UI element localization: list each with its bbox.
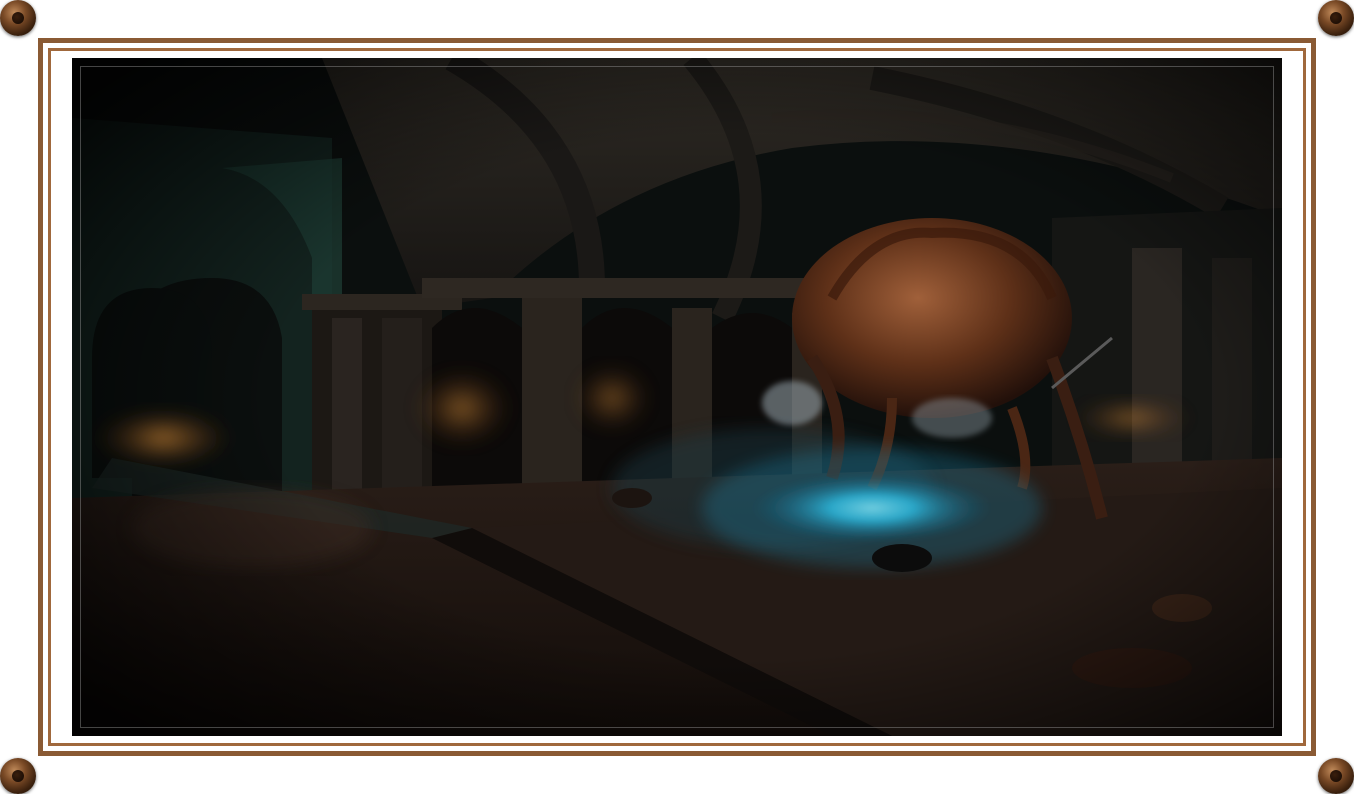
rivet-icon-top-left xyxy=(0,0,36,36)
rivet-icon-bottom-left xyxy=(0,758,36,794)
rivet-icon-top-right xyxy=(1318,0,1354,36)
game-scene-image xyxy=(72,58,1282,736)
rivet-icon-bottom-right xyxy=(1318,758,1354,794)
